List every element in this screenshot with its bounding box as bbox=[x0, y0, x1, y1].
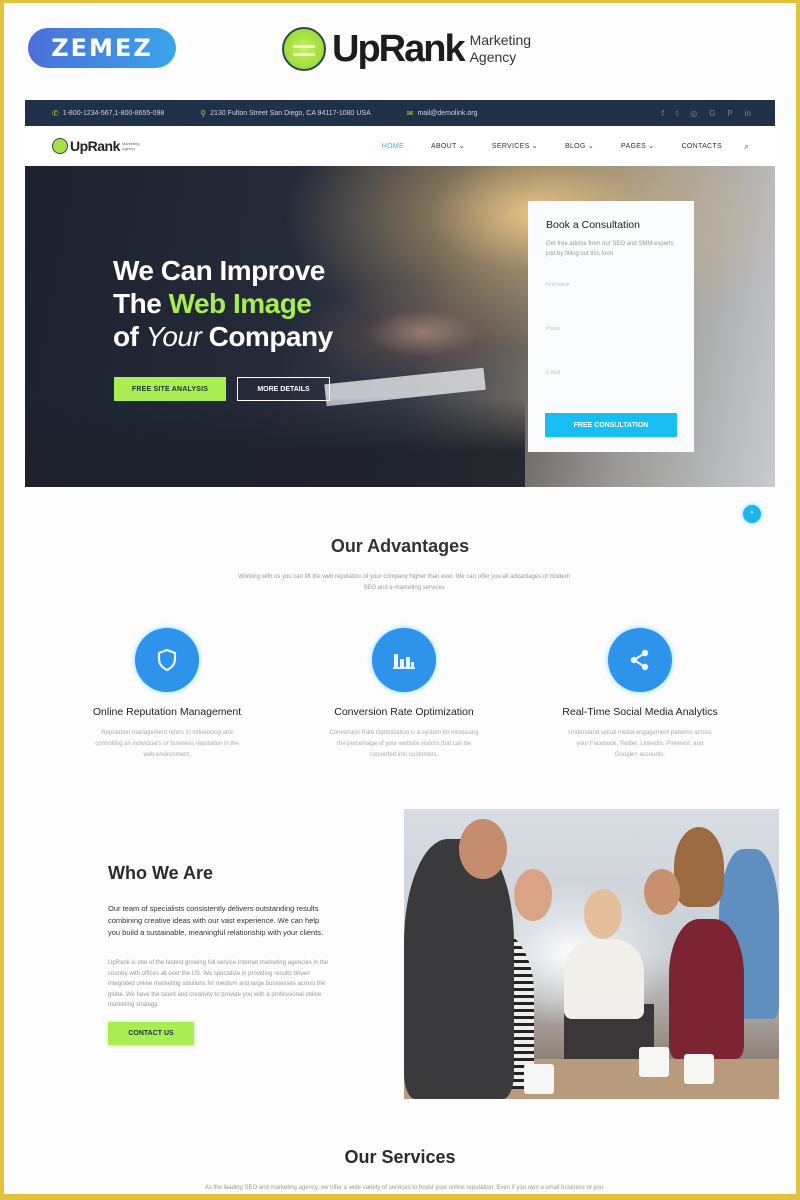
consultation-title: Book a Consultation bbox=[546, 219, 640, 231]
feature-text: Reputation management refers to influenc… bbox=[95, 730, 239, 758]
uprank-logo-subtitle: Marketing Agency bbox=[469, 32, 532, 65]
feature-title: Conversion Rate Optimization bbox=[334, 706, 474, 718]
nav-item-services[interactable]: SERVICES ⌄ bbox=[492, 142, 538, 150]
nav-item-about[interactable]: ABOUT ⌄ bbox=[431, 142, 465, 150]
facebook-icon[interactable]: f bbox=[662, 109, 664, 118]
team-photo bbox=[404, 809, 779, 1099]
feature-social: Real-Time Social Media Analytics Underst… bbox=[545, 628, 735, 761]
more-details-button[interactable]: MORE DETAILS bbox=[237, 377, 330, 401]
address-info: ⚲ 2130 Fulton Street San Diego, CA 94117… bbox=[200, 108, 371, 118]
scroll-to-top-button[interactable]: ⌃ bbox=[743, 505, 761, 523]
uprank-logo-icon bbox=[282, 27, 326, 71]
main-nav: UpRank Marketing Agency HOME ABOUT ⌄ SER… bbox=[25, 127, 775, 165]
contact-us-button[interactable]: CONTACT US bbox=[108, 1022, 194, 1045]
email-field[interactable]: E-Mail bbox=[546, 361, 676, 391]
phone-info[interactable]: ✆ 1-800-1234-567,1-800-8655-098 bbox=[52, 109, 164, 118]
linkedin-icon[interactable]: in bbox=[745, 109, 751, 118]
map-pin-icon: ⚲ bbox=[200, 108, 207, 118]
search-icon[interactable]: ⌕ bbox=[744, 141, 749, 152]
pinterest-icon[interactable]: P bbox=[727, 109, 732, 118]
email-info[interactable]: ✉ mail@demolink.org bbox=[407, 109, 478, 118]
nav-menu: HOME ABOUT ⌄ SERVICES ⌄ BLOG ⌄ PAGES ⌄ C… bbox=[355, 141, 749, 152]
consultation-form: Book a Consultation Get free advice from… bbox=[528, 201, 694, 452]
uprank-logo: UpRank Marketing Agency bbox=[282, 27, 531, 71]
google-icon[interactable]: G bbox=[709, 109, 715, 118]
nav-item-blog[interactable]: BLOG ⌄ bbox=[565, 142, 594, 150]
nav-logo[interactable]: UpRank Marketing Agency bbox=[52, 138, 139, 154]
free-site-analysis-button[interactable]: FREE SITE ANALYSIS bbox=[114, 377, 226, 401]
feature-text: Conversion Rate Optimization is a system… bbox=[329, 730, 479, 758]
services-title: Our Services bbox=[344, 1147, 456, 1167]
feature-title: Real-Time Social Media Analytics bbox=[562, 706, 718, 718]
bar-chart-icon bbox=[372, 628, 436, 692]
mail-icon: ✉ bbox=[406, 108, 414, 118]
who-we-are-lead: Our team of specialists consistently del… bbox=[108, 904, 324, 937]
hero-heading: We Can Improve The Web Image of Your Com… bbox=[113, 255, 333, 352]
hero-banner: We Can Improve The Web Image of Your Com… bbox=[25, 166, 775, 487]
nav-logo-icon bbox=[52, 138, 68, 154]
feature-text: Understand social media engagement patte… bbox=[568, 730, 712, 758]
instagram-icon[interactable]: ◎ bbox=[690, 109, 697, 118]
frame-border bbox=[4, 1194, 796, 1200]
contact-infobar: ✆ 1-800-1234-567,1-800-8655-098 ⚲ 2130 F… bbox=[25, 100, 775, 126]
advantages-title: Our Advantages bbox=[330, 536, 470, 556]
free-consultation-button[interactable]: FREE CONSULTATION bbox=[545, 413, 677, 437]
nav-item-home[interactable]: HOME bbox=[382, 143, 404, 150]
shield-icon bbox=[135, 628, 199, 692]
share-icon bbox=[608, 628, 672, 692]
zemez-logo: ZEMEZ bbox=[28, 28, 176, 68]
feature-reputation: Online Reputation Management Reputation … bbox=[72, 628, 262, 761]
who-we-are-body: UpRank is one of the fastest growing ful… bbox=[108, 960, 329, 1008]
nav-item-contacts[interactable]: CONTACTS bbox=[682, 143, 722, 150]
twitter-icon[interactable]: t bbox=[676, 109, 678, 118]
who-we-are-title: Who We Are bbox=[108, 863, 214, 883]
phone-icon: ✆ bbox=[52, 108, 59, 118]
consultation-description: Get free advice from our SEO and SMM exp… bbox=[546, 241, 674, 257]
chevron-up-icon: ⌃ bbox=[748, 509, 756, 519]
branding-row: ZEMEZ UpRank Marketing Agency bbox=[26, 25, 774, 75]
nav-item-pages[interactable]: PAGES ⌄ bbox=[621, 142, 655, 150]
feature-title: Online Reputation Management bbox=[92, 706, 242, 718]
phone-field[interactable]: Phone bbox=[546, 317, 676, 347]
social-links: f t ◎ G P in bbox=[662, 109, 751, 118]
advantages-subtitle: Working with us you can lift the web rep… bbox=[238, 574, 570, 591]
first-name-field[interactable]: First name bbox=[546, 273, 676, 303]
uprank-logo-word: UpRank bbox=[332, 27, 466, 70]
feature-conversion: Conversion Rate Optimization Conversion … bbox=[309, 628, 499, 761]
